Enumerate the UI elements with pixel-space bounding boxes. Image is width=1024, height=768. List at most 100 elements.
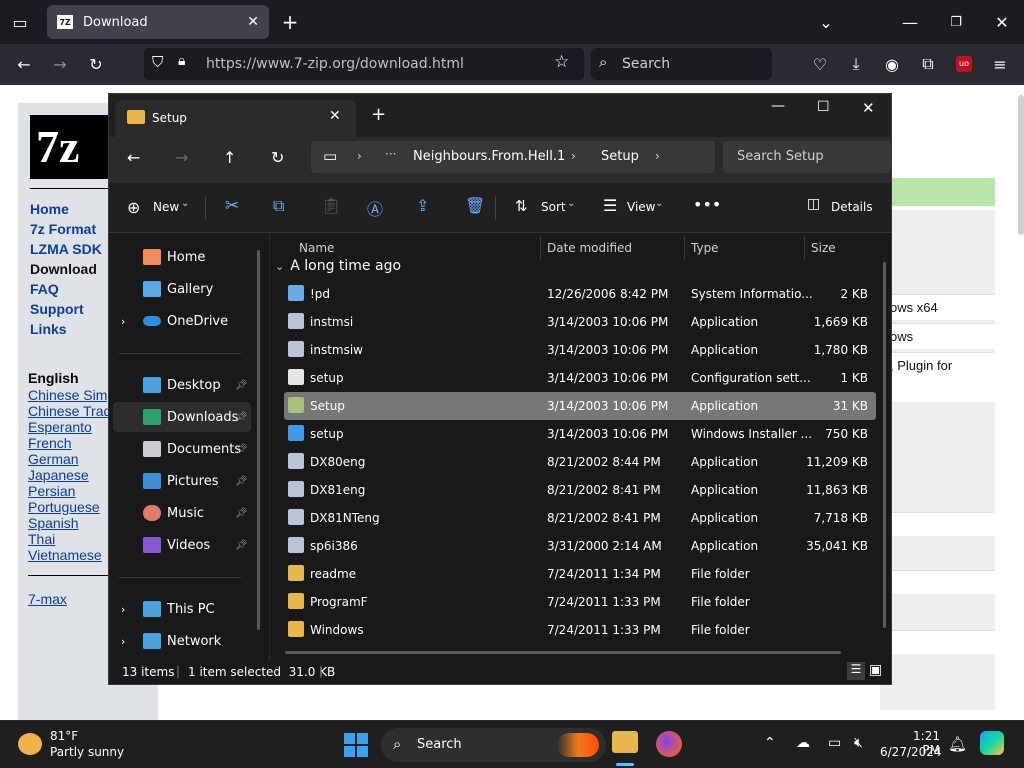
browser-tab-download[interactable]: 7Z Download ✕ [47, 5, 269, 39]
weather-description[interactable]: Partly sunny [50, 745, 124, 759]
details-view-icon[interactable]: ☰ [847, 662, 865, 680]
new-tab-icon[interactable]: + [276, 8, 304, 36]
lang-link[interactable]: Japanese [28, 467, 108, 483]
url-bar[interactable]: ⛉ 🔒︎ https://www.7-zip.org/download.html… [144, 48, 584, 80]
new-icon[interactable]: ⊕ [127, 198, 140, 217]
folder-row[interactable]: ProgramF 7/24/2011 1:33 PM File folder [284, 588, 876, 616]
folder-row[interactable]: Windows 7/24/2011 1:33 PM File folder [284, 616, 876, 644]
page-scrollbar[interactable] [1018, 95, 1024, 235]
ublock-icon[interactable]: uo [950, 50, 978, 78]
file-row[interactable]: DX81eng 8/21/2002 8:41 PM Application 11,86… [284, 476, 876, 504]
sort-icon[interactable]: ⇅ [515, 197, 528, 215]
lang-link[interactable]: Chinese Simp [28, 387, 108, 403]
file-row[interactable]: Setup 3/14/2003 10:06 PM Application 31 KB [284, 392, 876, 420]
restore-icon[interactable]: ❐ [942, 8, 970, 36]
breadcrumb-item[interactable]: Setup [601, 149, 639, 164]
file-row[interactable]: !pd 12/26/2006 8:42 PM System Informatio..… [284, 280, 876, 308]
browser-search-bar[interactable]: ⌕ Search [591, 48, 772, 80]
search-placeholder[interactable]: Search Setup [737, 149, 824, 164]
file-row[interactable]: setup 3/14/2003 10:06 PM Configuration set… [284, 364, 876, 392]
details-pane-icon[interactable]: ◫ [807, 196, 820, 212]
cloud-off-icon[interactable]: ☁ [796, 735, 810, 751]
lang-link[interactable]: French [28, 435, 108, 451]
column-header-size[interactable]: Size [811, 241, 836, 255]
weather-icon[interactable] [18, 733, 42, 755]
back-icon[interactable]: ← [127, 148, 140, 167]
view-button[interactable]: View [627, 200, 655, 214]
nav-link-lzma-sdk[interactable]: LZMA SDK [30, 239, 102, 259]
close-tab-icon[interactable]: ✕ [247, 14, 259, 30]
volume-muted-icon[interactable]: 🔇︎ [854, 735, 863, 751]
rename-icon[interactable]: Ⓐ [367, 196, 383, 220]
browser-search-placeholder[interactable]: Search [622, 56, 670, 72]
file-row[interactable]: instmsiw 3/14/2003 10:06 PM Application 1,7… [284, 336, 876, 364]
up-icon[interactable]: ↑ [223, 148, 236, 167]
minimize-icon[interactable]: — [896, 8, 924, 36]
close-tab-icon[interactable]: ✕ [329, 108, 341, 124]
weather-temperature[interactable]: 81°F [50, 729, 78, 743]
back-icon[interactable]: ← [10, 50, 38, 78]
menu-icon[interactable]: ≡ [986, 50, 1014, 78]
lang-link[interactable]: Persian [28, 483, 108, 499]
url-text[interactable]: https://www.7-zip.org/download.html [206, 56, 464, 72]
column-header-date[interactable]: Date modified [547, 241, 632, 255]
lang-link[interactable]: Chinese Trad [28, 403, 108, 419]
close-window-icon[interactable]: ✕ [862, 99, 875, 117]
lang-link[interactable]: German [28, 451, 108, 467]
taskbar-search-placeholder[interactable]: Search [417, 737, 462, 752]
column-header-name[interactable]: Name [299, 241, 334, 255]
nav-link-download[interactable]: Download [30, 259, 102, 279]
file-row[interactable]: sp6i386 3/31/2000 2:14 AM Application 35,04… [284, 532, 876, 560]
forward-icon[interactable]: → [175, 148, 188, 167]
nav-link-7z-format[interactable]: 7z Format [30, 219, 102, 239]
downloads-icon[interactable]: ⤓ [842, 50, 870, 78]
notification-bell-icon[interactable]: 🔔︎ [948, 735, 967, 753]
file-scrollbar-vertical[interactable] [883, 262, 886, 628]
site-logo[interactable]: 7z [30, 115, 110, 179]
paste-icon[interactable]: 📋︎ [321, 196, 341, 215]
folder-row[interactable]: readme 7/24/2011 1:34 PM File folder [284, 560, 876, 588]
display-icon[interactable]: ▭ [828, 735, 841, 751]
shield-icon[interactable]: ⛉ [152, 53, 163, 71]
more-path-icon[interactable]: ··· [385, 147, 396, 161]
clock-date[interactable]: 6/27/2024 [880, 745, 942, 759]
view-icon[interactable]: ☰ [603, 196, 617, 215]
chevron-up-icon[interactable]: ⌃ [764, 735, 776, 751]
forward-icon[interactable]: → [46, 50, 74, 78]
more-link[interactable]: 7-max [28, 591, 67, 607]
cut-icon[interactable]: ✂ [225, 196, 239, 216]
file-scrollbar-horizontal[interactable] [285, 651, 841, 654]
nav-link-links[interactable]: Links [30, 319, 102, 339]
delete-icon[interactable]: 🗑︎ [465, 196, 485, 215]
pocket-icon[interactable]: ♡ [806, 50, 834, 78]
more-options-icon[interactable]: ••• [693, 195, 721, 214]
taskbar-search[interactable]: ⌕ Search [381, 728, 606, 762]
tab-overview-icon[interactable]: ▭ [6, 8, 34, 36]
reload-icon[interactable]: ↻ [82, 50, 110, 78]
share-icon[interactable]: ⇪ [416, 196, 429, 215]
bookmark-star-icon[interactable]: ☆ [554, 52, 569, 72]
chevron-down-icon[interactable]: ⌄ [812, 8, 840, 36]
firefox-taskbar-icon[interactable] [656, 731, 682, 757]
file-row[interactable]: instmsi 3/14/2003 10:06 PM Application 1,66… [284, 308, 876, 336]
copy-icon[interactable]: ⧉ [273, 196, 284, 216]
lock-icon[interactable]: 🔒︎ [178, 53, 185, 69]
file-row[interactable]: DX81NTeng 8/21/2002 8:41 PM Application 7,7… [284, 504, 876, 532]
file-row[interactable]: setup 3/14/2003 10:06 PM Windows Installer… [284, 420, 876, 448]
breadcrumb-item[interactable]: Neighbours.From.Hell.1 [413, 149, 565, 164]
copilot-icon[interactable] [980, 731, 1004, 755]
lang-link[interactable]: Vietnamese [28, 547, 108, 563]
explorer-search-box[interactable]: Search Setup [723, 141, 891, 173]
new-button[interactable]: New [153, 200, 179, 214]
lang-link[interactable]: Spanish [28, 515, 108, 531]
lang-link[interactable]: Thai [28, 531, 108, 547]
address-bar[interactable]: ▭ › ··· Neighbours.From.Hell.1 › Setup › [311, 141, 715, 173]
lang-link[interactable]: Esperanto [28, 419, 108, 435]
chevron-right-icon[interactable]: › [655, 149, 660, 163]
nav-link-home[interactable]: Home [30, 199, 102, 219]
extensions-icon[interactable]: ⧉ [914, 50, 942, 78]
nav-link-support[interactable]: Support [30, 299, 102, 319]
maximize-icon[interactable]: ☐ [817, 99, 830, 115]
column-header-type[interactable]: Type [691, 241, 719, 255]
nav-link-faq[interactable]: FAQ [30, 279, 102, 299]
